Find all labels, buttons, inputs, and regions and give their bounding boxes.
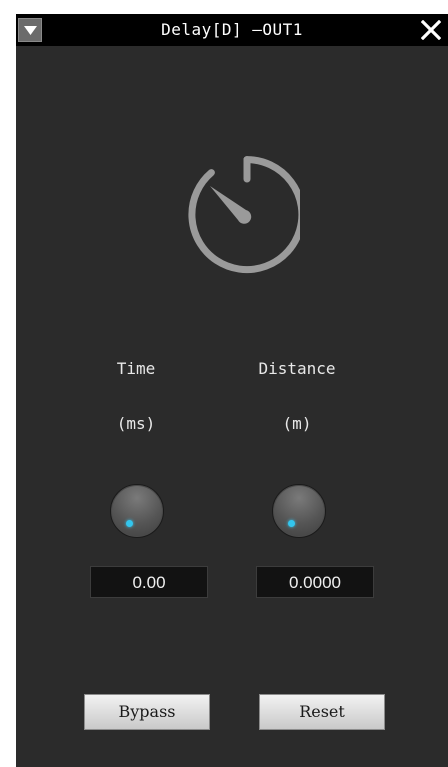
distance-knob[interactable] — [272, 484, 326, 538]
close-x-icon — [421, 20, 441, 40]
close-button[interactable] — [418, 17, 444, 43]
time-unit-label: (ms) — [116, 414, 156, 433]
distance-label: Distance — [258, 359, 336, 378]
bypass-button[interactable]: Bypass — [84, 694, 210, 730]
window-title: Delay[D] —OUT1 — [161, 20, 303, 39]
delay-window: Delay[D] —OUT1 Time Distance (ms) (m) 0.… — [16, 14, 448, 767]
distance-unit-label: (m) — [282, 414, 312, 433]
knob-indicator-dot — [126, 520, 133, 527]
reset-button[interactable]: Reset — [259, 694, 385, 730]
time-value-field[interactable]: 0.00 — [90, 566, 208, 598]
timer-icon — [188, 156, 300, 274]
title-bar: Delay[D] —OUT1 — [16, 14, 448, 46]
knob-indicator-dot — [288, 520, 295, 527]
time-label: Time — [116, 359, 156, 378]
time-knob[interactable] — [110, 484, 164, 538]
distance-value-field[interactable]: 0.0000 — [256, 566, 374, 598]
